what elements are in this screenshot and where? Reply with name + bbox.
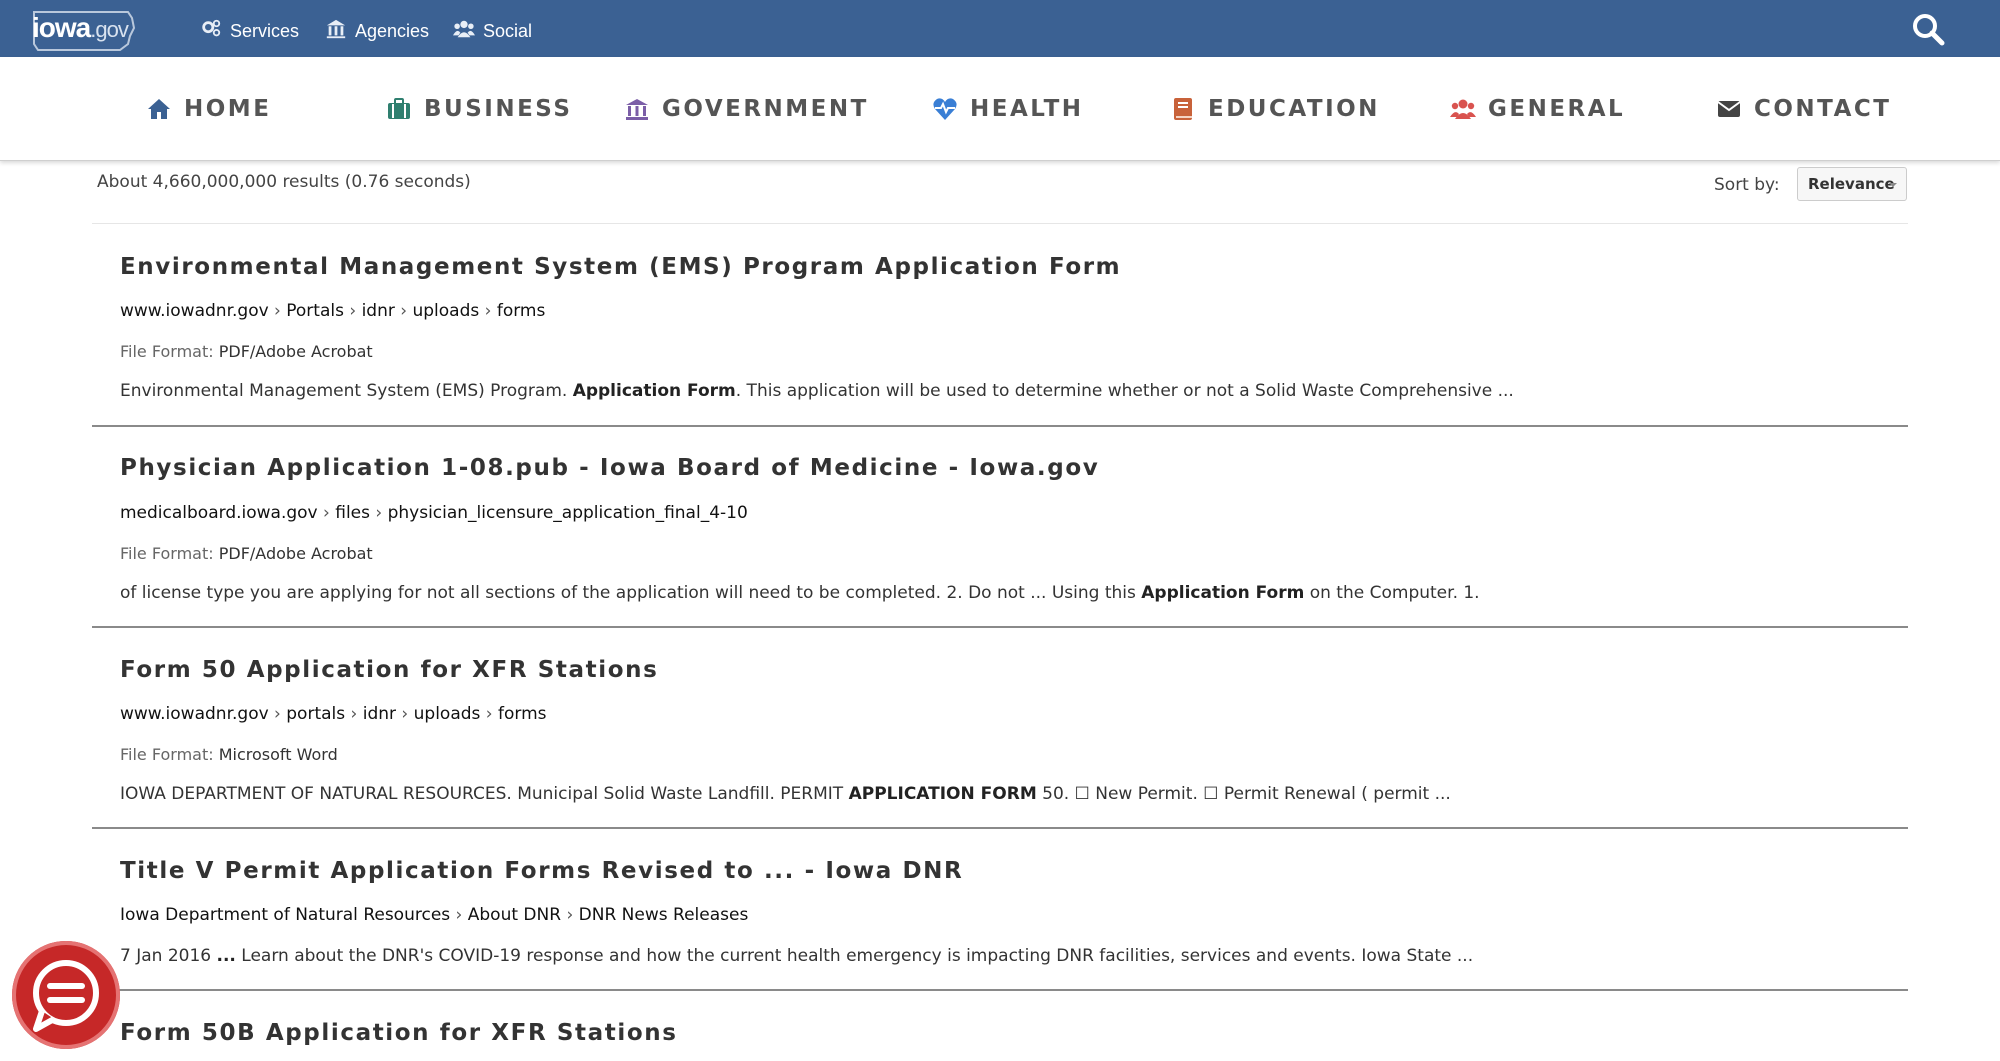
result-breadcrumb[interactable]: medicalboard.iowa.gov › files › physicia… [120, 503, 748, 523]
result-divider [92, 626, 1908, 628]
iowa-gov-logo[interactable]: iowa.gov [28, 6, 140, 52]
main-navigation: HOME BUSINESS GOVERNMENT HEALTH EDUCATIO… [0, 57, 2000, 161]
result-count: About 4,660,000,000 results (0.76 second… [97, 172, 471, 192]
result-breadcrumb[interactable]: www.iowadnr.gov › Portals › idnr › uploa… [120, 301, 545, 321]
search-result: Title V Permit Application Forms Revised… [120, 858, 1900, 966]
nav-general[interactable]: GENERAL [1450, 91, 1625, 127]
building-columns-icon [326, 19, 346, 38]
nav-education-label: EDUCATION [1208, 96, 1380, 122]
result-divider [92, 827, 1908, 829]
logo-text: iowa.gov [32, 12, 129, 43]
search-result: Physician Application 1-08.pub - Iowa Bo… [120, 455, 1900, 603]
nav-government-label: GOVERNMENT [662, 96, 869, 122]
services-link[interactable]: Services [200, 0, 299, 57]
users-icon [453, 20, 475, 37]
nav-business[interactable]: BUSINESS [386, 91, 572, 127]
nav-general-label: GENERAL [1488, 96, 1626, 122]
social-label: Social [483, 21, 533, 41]
nav-home-label: HOME [184, 96, 272, 122]
building-columns-icon [626, 99, 648, 120]
nav-education[interactable]: EDUCATION [1170, 91, 1380, 127]
result-title-link[interactable]: Title V Permit Application Forms Revised… [120, 858, 1900, 884]
nav-home[interactable]: HOME [146, 91, 271, 127]
services-label: Services [230, 21, 300, 41]
nav-business-label: BUSINESS [424, 96, 573, 122]
result-title-link[interactable]: Form 50B Application for XFR Stations [120, 1020, 1900, 1046]
nav-contact[interactable]: CONTACT [1716, 91, 1891, 127]
home-icon [148, 99, 170, 119]
sort-label: Sort by: [1714, 175, 1780, 195]
result-snippet: Environmental Management System (EMS) Pr… [120, 381, 1514, 401]
search-icon[interactable] [1911, 12, 1945, 46]
chat-icon [33, 960, 99, 1032]
nav-government[interactable]: GOVERNMENT [624, 91, 869, 127]
result-breadcrumb[interactable]: www.iowadnr.gov › portals › idnr › uploa… [120, 704, 547, 724]
top-bar: iowa.gov Services Agencies Social [0, 0, 2000, 57]
search-result: Form 50 Application for XFR Stations www… [120, 657, 1900, 804]
nav-contact-label: CONTACT [1754, 96, 1892, 122]
result-title-link[interactable]: Physician Application 1-08.pub - Iowa Bo… [120, 455, 1900, 481]
sort-dropdown[interactable]: Relevance [1797, 167, 1907, 201]
heartbeat-icon [933, 98, 957, 120]
search-result: Form 50B Application for XFR Stations [120, 1020, 1900, 1046]
result-snippet: IOWA DEPARTMENT OF NATURAL RESOURCES. Mu… [120, 784, 1451, 804]
users-icon [1450, 99, 1476, 119]
envelope-icon [1717, 101, 1741, 117]
result-snippet: 7 Jan 2016 ... Learn about the DNR's COV… [120, 946, 1474, 966]
result-file-format: File Format: Microsoft Word [120, 745, 338, 764]
book-icon [1174, 98, 1192, 120]
agencies-link[interactable]: Agencies [325, 0, 429, 57]
result-divider [92, 989, 1908, 991]
result-file-format: File Format: PDF/Adobe Acrobat [120, 544, 373, 563]
gears-icon [202, 19, 221, 36]
sort-value: Relevance [1808, 175, 1895, 193]
result-divider [92, 425, 1908, 427]
result-snippet: of license type you are applying for not… [120, 583, 1480, 603]
search-result: Environmental Management System (EMS) Pr… [120, 254, 1900, 401]
result-title-link[interactable]: Form 50 Application for XFR Stations [120, 657, 1900, 683]
nav-health-label: HEALTH [970, 96, 1084, 122]
chat-button[interactable] [12, 941, 120, 1049]
briefcase-icon [388, 98, 410, 119]
agencies-label: Agencies [355, 21, 430, 41]
result-file-format: File Format: PDF/Adobe Acrobat [120, 342, 373, 361]
social-link[interactable]: Social [453, 0, 532, 57]
chevron-down-icon [1889, 183, 1897, 187]
nav-health[interactable]: HEALTH [932, 91, 1084, 127]
result-breadcrumb[interactable]: Iowa Department of Natural Resources › A… [120, 905, 748, 925]
divider [92, 223, 1908, 224]
result-title-link[interactable]: Environmental Management System (EMS) Pr… [120, 254, 1900, 280]
